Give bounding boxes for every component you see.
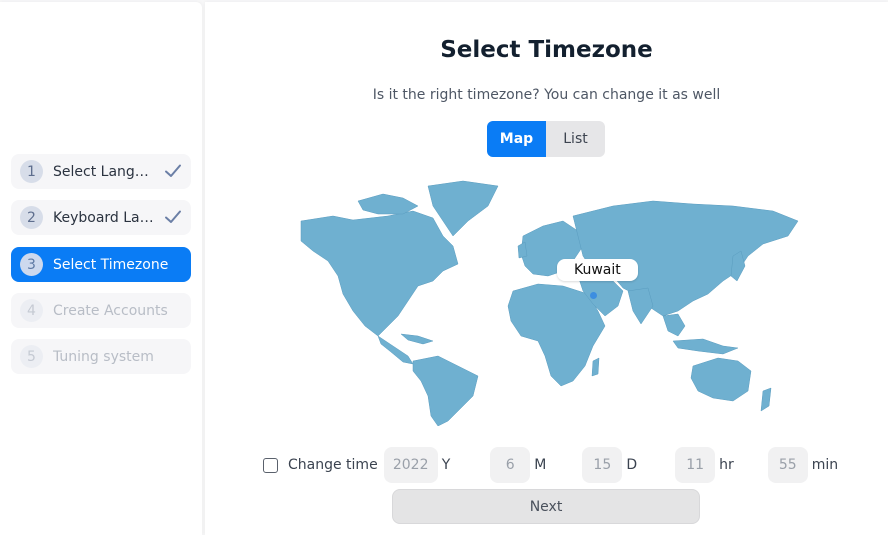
map-region-caribbean[interactable] (400, 333, 434, 345)
day-unit: D (626, 457, 638, 473)
step-create-accounts: 4 Create Accounts (11, 293, 191, 328)
map-region-madagascar[interactable] (591, 357, 600, 377)
year-unit: Y (441, 457, 451, 473)
day-input[interactable] (582, 447, 623, 483)
step-label: Create Accounts (53, 302, 168, 319)
map-region-indonesia[interactable] (672, 338, 739, 355)
step-number: 2 (20, 206, 43, 229)
step-label: Select Language (53, 163, 155, 180)
main-panel: Select Timezone Is it the right timezone… (205, 2, 888, 535)
step-label: Select Timezone (53, 256, 169, 273)
page-subtitle: Is it the right timezone? You can change… (372, 87, 721, 103)
change-time-checkbox[interactable] (263, 457, 278, 473)
step-tuning-system: 5 Tuning system (11, 339, 191, 374)
map-region-india[interactable] (627, 287, 654, 325)
step-number: 4 (20, 299, 43, 322)
hour-unit: hr (719, 457, 734, 473)
change-time-label: Change time (288, 457, 378, 473)
minute-unit: min (811, 457, 839, 473)
map-view-button[interactable]: Map (487, 121, 546, 157)
map-region-arctic-islands[interactable] (357, 193, 419, 215)
checkmark-icon (165, 164, 181, 177)
month-input[interactable] (490, 447, 531, 483)
world-map[interactable] (293, 176, 803, 426)
installer-window: 1 Select Language 2 Keyboard Layout 3 Se… (0, 0, 888, 535)
step-keyboard-layout[interactable]: 2 Keyboard Layout (11, 200, 191, 235)
selected-location-marker (590, 292, 597, 299)
step-label: Tuning system (53, 348, 154, 365)
checkmark-icon (165, 210, 181, 223)
selected-timezone-tooltip: Kuwait (557, 259, 638, 281)
map-region-north-america[interactable] (300, 210, 459, 337)
view-toggle: Map List (487, 121, 605, 157)
year-input[interactable] (383, 447, 438, 483)
step-label: Keyboard Layout (53, 209, 155, 226)
steps-sidebar: 1 Select Language 2 Keyboard Layout 3 Se… (0, 2, 202, 535)
map-region-south-america[interactable] (412, 355, 479, 426)
step-number: 5 (20, 345, 43, 368)
step-select-timezone[interactable]: 3 Select Timezone (11, 247, 191, 282)
map-region-southeast-asia[interactable] (662, 313, 686, 337)
step-select-language[interactable]: 1 Select Language (11, 154, 191, 189)
change-time-row: Change time Y M D hr min (263, 446, 838, 484)
minute-input[interactable] (767, 447, 808, 483)
step-number: 3 (20, 253, 43, 276)
next-button[interactable]: Next (392, 489, 700, 524)
map-region-central-america[interactable] (377, 335, 414, 365)
month-unit: M (534, 457, 547, 473)
map-region-new-zealand[interactable] (760, 387, 772, 412)
step-number: 1 (20, 160, 43, 183)
page-title: Select Timezone (440, 37, 653, 63)
hour-input[interactable] (675, 447, 716, 483)
list-view-button[interactable]: List (546, 121, 605, 157)
map-region-australia[interactable] (690, 357, 752, 402)
